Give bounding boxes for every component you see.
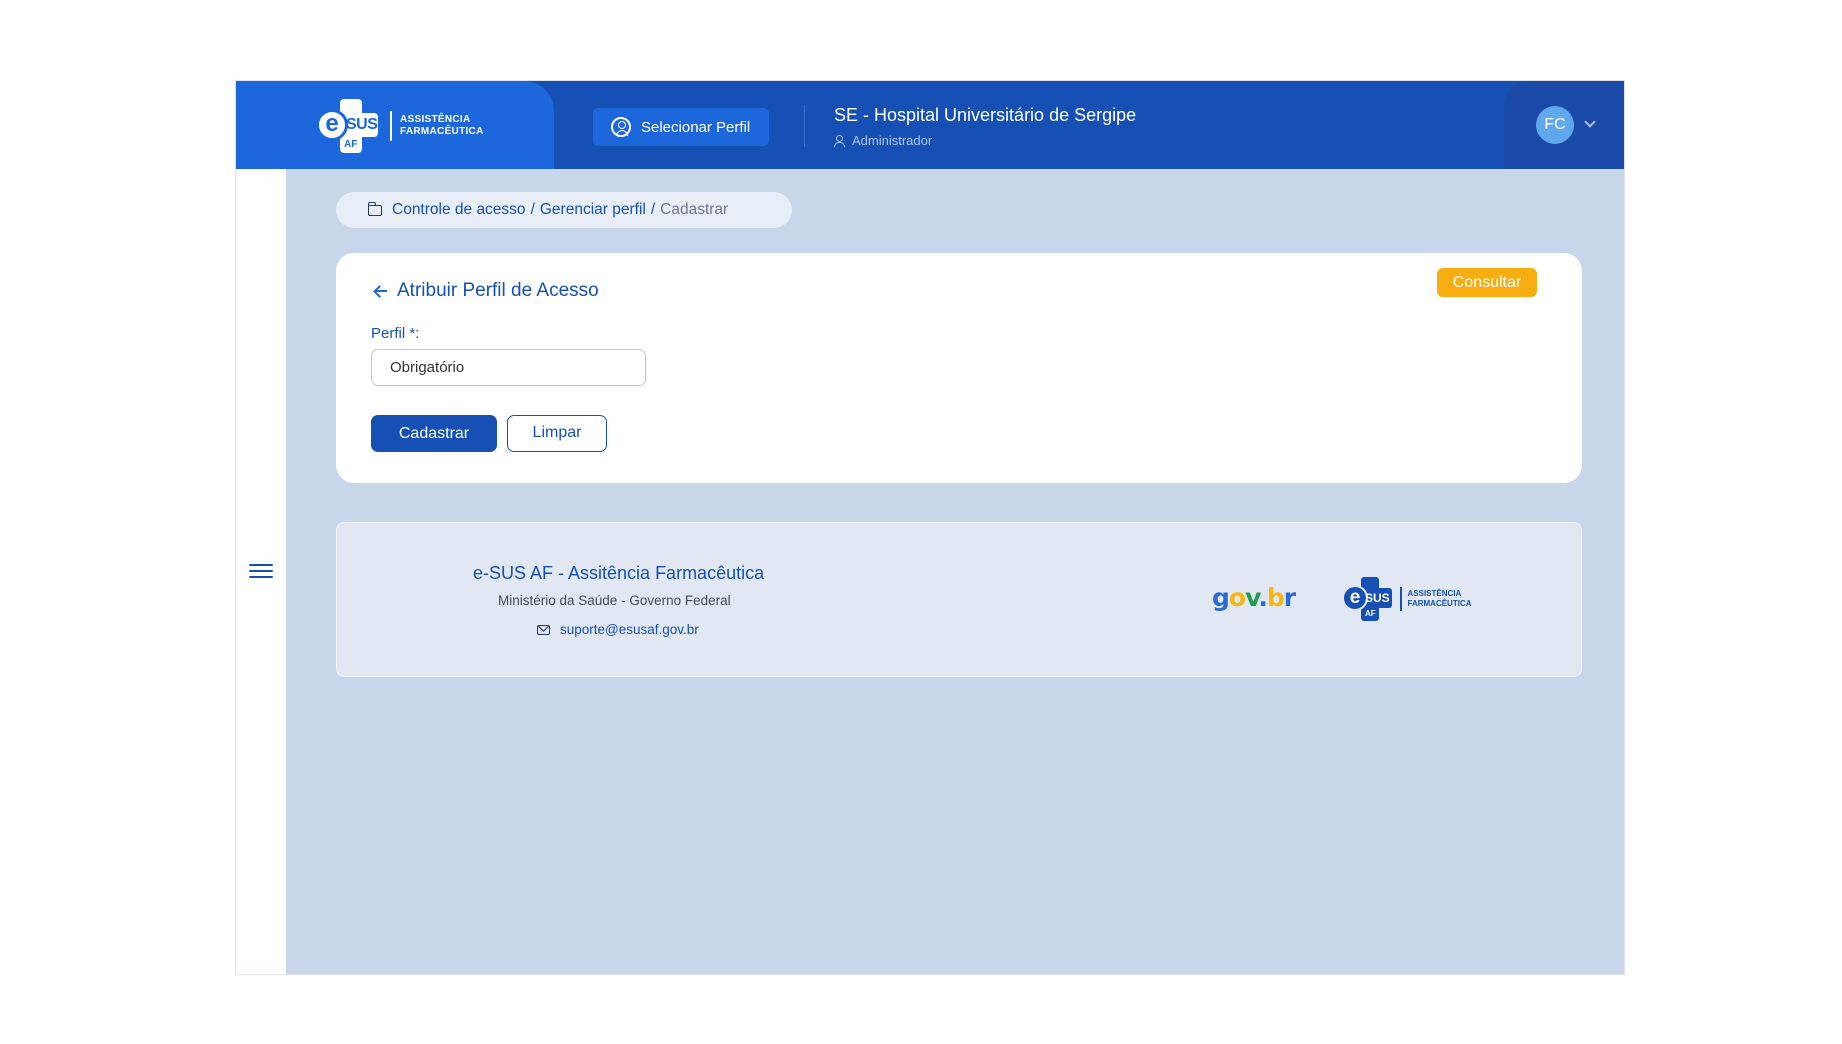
perfil-label: Perfil *:	[371, 325, 420, 342]
sidebar	[236, 169, 286, 974]
esus-logo: e SUS AF ASSISTÊNCIA FARMACÊUTICA	[316, 99, 484, 153]
organization-name: SE - Hospital Universitário de Sergipe	[834, 105, 1137, 125]
consultar-button[interactable]: Consultar	[1437, 268, 1537, 297]
user-role: Administrador	[834, 133, 932, 148]
select-profile-button[interactable]: Selecionar Perfil	[593, 108, 769, 146]
header-divider	[804, 105, 805, 147]
limpar-button[interactable]: Limpar	[507, 415, 607, 452]
brand-area[interactable]: e SUS AF ASSISTÊNCIA FARMACÊUTICA	[236, 81, 554, 169]
esus-cross-icon: e SUS AF	[316, 99, 380, 153]
user-icon	[834, 135, 845, 147]
footer-esus-logo[interactable]: e SUS AF ASSISTÊNCIA FARMACÊUTICA	[1342, 577, 1472, 621]
footer: e-SUS AF - Assitência Farmacêutica Minis…	[336, 522, 1582, 677]
avatar[interactable]: FC	[1536, 106, 1574, 144]
perfil-select[interactable]	[371, 349, 646, 386]
breadcrumb: Controle de acesso / Gerenciar perfil / …	[336, 192, 792, 228]
breadcrumb-current: Cadastrar	[660, 201, 729, 218]
select-profile-label: Selecionar Perfil	[641, 118, 751, 136]
footer-title: e-SUS AF - Assitência Farmacêutica	[473, 563, 765, 583]
govbr-logo[interactable]: gov.br	[1212, 583, 1296, 612]
esus-cross-icon: e SUS AF	[1342, 577, 1394, 621]
breadcrumb-link-controle[interactable]: Controle de acesso	[392, 201, 526, 219]
top-header: e SUS AF ASSISTÊNCIA FARMACÊUTICA Seleci…	[236, 81, 1624, 169]
menu-icon[interactable]	[249, 564, 273, 580]
form-card: Atribuir Perfil de Acesso Consultar Perf…	[336, 253, 1582, 483]
footer-brand-text: ASSISTÊNCIA FARMACÊUTICA	[1407, 589, 1472, 608]
back-arrow-icon[interactable]	[374, 285, 387, 297]
footer-subtitle: Ministério da Saúde - Governo Federal	[498, 593, 731, 608]
user-circle-icon	[611, 117, 631, 137]
support-email-link[interactable]: suporte@esusaf.gov.br	[537, 622, 699, 637]
brand-text: ASSISTÊNCIA FARMACÊUTICA	[400, 114, 484, 137]
breadcrumb-link-gerenciar[interactable]: Gerenciar perfil	[540, 201, 646, 219]
app-window: e SUS AF ASSISTÊNCIA FARMACÊUTICA Seleci…	[235, 80, 1625, 975]
cadastrar-button[interactable]: Cadastrar	[371, 415, 497, 452]
folder-icon	[367, 201, 382, 216]
page-title: Atribuir Perfil de Acesso	[374, 280, 599, 302]
chevron-down-icon[interactable]	[1584, 116, 1596, 128]
mail-icon	[537, 624, 550, 635]
user-menu[interactable]: FC	[1504, 81, 1624, 169]
